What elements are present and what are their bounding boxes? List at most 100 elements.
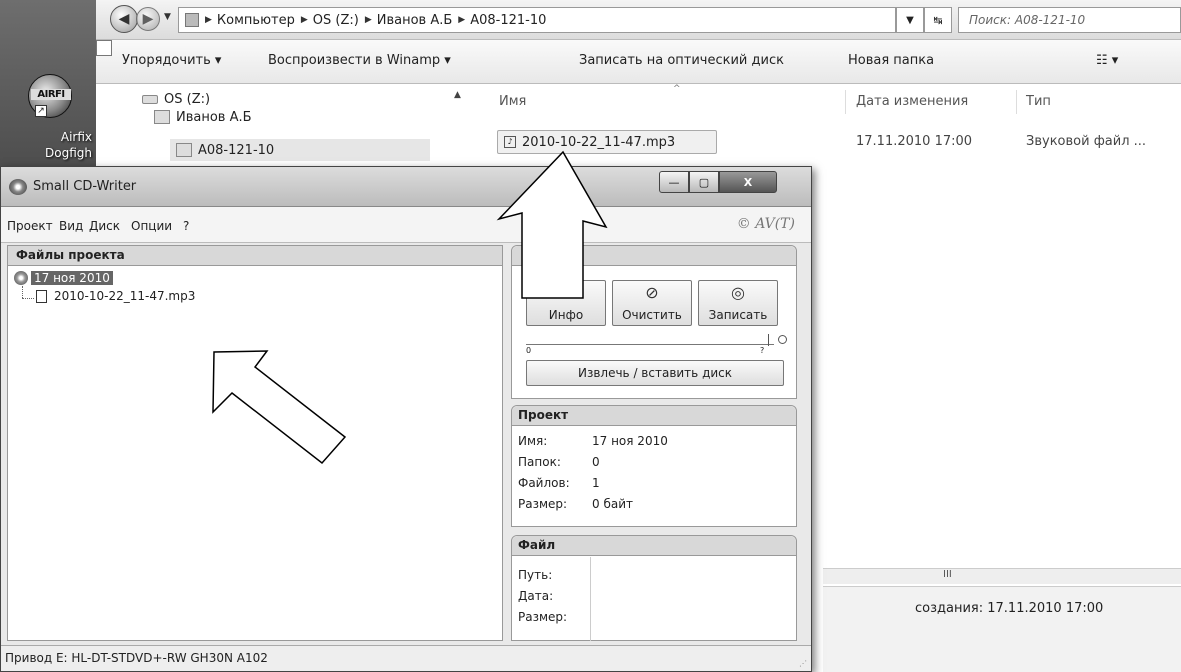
cd-writer-window: Small CD-Writer — ▢ X Проект Вид Диск Оп… bbox=[0, 166, 812, 672]
burn-button-label: Записать bbox=[708, 308, 768, 322]
file-row[interactable]: ♪ 2010-10-22_11-47.mp3 17.11.2010 17:00 … bbox=[495, 130, 1181, 154]
tree-root-disc[interactable]: 17 ноя 2010 bbox=[14, 270, 113, 286]
organize-button[interactable]: Упорядочить ▾ bbox=[122, 53, 221, 68]
menu-help[interactable]: ? bbox=[183, 219, 189, 233]
menu-bar: Проект Вид Диск Опции ? © AV(T) bbox=[1, 207, 811, 243]
breadcrumb-chevron-icon[interactable]: ▶ bbox=[365, 15, 372, 25]
view-options-button[interactable]: ☷ ▾ bbox=[1096, 53, 1136, 68]
disc-icon bbox=[14, 271, 28, 285]
breadcrumb-chevron-icon[interactable]: ▶ bbox=[205, 15, 212, 25]
preview-pane-icon[interactable] bbox=[96, 40, 112, 56]
minimize-button[interactable]: — bbox=[659, 171, 689, 193]
project-size-value: 0 байт bbox=[592, 497, 633, 511]
file-info-divider bbox=[590, 557, 591, 641]
burn-to-disc-button[interactable]: Записать на оптический диск bbox=[579, 53, 784, 68]
title-bar[interactable]: Small CD-Writer — ▢ X bbox=[1, 167, 811, 207]
nav-item-folder[interactable]: Иванов А.Б bbox=[154, 106, 252, 128]
nav-item-subfolder-selected[interactable]: A08-121-10 bbox=[170, 139, 430, 161]
play-in-winamp-button[interactable]: Воспроизвести в Winamp ▾ bbox=[268, 53, 451, 68]
folders-count-value: 0 bbox=[592, 455, 600, 469]
speed-slider-track[interactable] bbox=[526, 344, 774, 345]
file-date-label: Дата: bbox=[518, 589, 554, 603]
tree-file-label: 2010-10-22_11-47.mp3 bbox=[54, 289, 196, 303]
tree-connector bbox=[22, 298, 34, 299]
column-header-date[interactable]: Дата изменения bbox=[856, 94, 968, 109]
tree-connector bbox=[22, 286, 23, 298]
tree-file-item[interactable]: 2010-10-22_11-47.mp3 bbox=[36, 289, 195, 303]
breadcrumb-subfolder[interactable]: A08-121-10 bbox=[470, 13, 546, 28]
project-name-label: Имя: bbox=[518, 434, 548, 448]
file-name-cell[interactable]: ♪ 2010-10-22_11-47.mp3 bbox=[497, 130, 717, 154]
clear-button[interactable]: ⊘ Очистить bbox=[612, 280, 692, 326]
files-count-value: 1 bbox=[592, 476, 600, 490]
info-icon: ? bbox=[561, 283, 571, 302]
folder-icon bbox=[185, 13, 199, 27]
file-info-panel: Файл Путь: Дата: Размер: bbox=[511, 535, 797, 641]
project-name-value: 17 ноя 2010 bbox=[592, 434, 668, 448]
back-button[interactable]: ◀ bbox=[110, 5, 138, 33]
forward-button[interactable]: ▶ bbox=[136, 7, 160, 31]
folder-icon bbox=[154, 110, 170, 124]
desktop-icon-label[interactable]: Airfix bbox=[0, 130, 92, 144]
speed-min-label: 0 bbox=[526, 346, 532, 355]
search-input[interactable]: Поиск: A08-121-10 bbox=[958, 7, 1181, 33]
project-files-title: Файлы проекта bbox=[8, 246, 502, 266]
sort-ascending-icon: ^ bbox=[673, 84, 681, 94]
speed-radio[interactable] bbox=[778, 335, 787, 344]
file-name: 2010-10-22_11-47.mp3 bbox=[522, 134, 676, 150]
desktop-icon-label[interactable]: Dogfigh bbox=[0, 146, 92, 160]
horizontal-scrollbar[interactable]: III bbox=[823, 568, 1181, 584]
actions-panel: ? Инфо ⊘ Очистить ◎ Записать 0 ? Извлечь… bbox=[511, 245, 797, 399]
project-info-title: Проект bbox=[512, 406, 796, 426]
maximize-button[interactable]: ▢ bbox=[689, 171, 719, 193]
project-files-panel: Файлы проекта 17 ноя 2010 2010-10-22_11-… bbox=[7, 245, 503, 641]
tree-root-label: 17 ноя 2010 bbox=[31, 271, 113, 285]
window-title: Small CD-Writer bbox=[33, 179, 137, 194]
details-created-text: создания: 17.11.2010 17:00 bbox=[915, 601, 1104, 616]
resize-grip-icon[interactable]: ⋰ bbox=[799, 659, 807, 668]
address-dropdown-icon[interactable]: ▼ bbox=[896, 7, 924, 33]
erase-disc-icon: ⊘ bbox=[645, 283, 659, 302]
eject-insert-disc-button[interactable]: Извлечь / вставить диск bbox=[526, 360, 784, 386]
file-path-label: Путь: bbox=[518, 568, 553, 582]
refresh-icon[interactable]: ↹ bbox=[924, 7, 952, 33]
files-count-label: Файлов: bbox=[518, 476, 570, 490]
details-pane: создания: 17.11.2010 17:00 bbox=[823, 586, 1181, 672]
column-divider[interactable] bbox=[1016, 90, 1017, 114]
info-button[interactable]: ? Инфо bbox=[526, 280, 606, 326]
folders-count-label: Папок: bbox=[518, 455, 561, 469]
nav-item-label: A08-121-10 bbox=[198, 142, 275, 158]
new-folder-button[interactable]: Новая папка bbox=[848, 53, 934, 68]
menu-disc[interactable]: Диск bbox=[89, 219, 120, 233]
nav-item-label: OS (Z:) bbox=[164, 91, 211, 107]
airfix-dogfighter-icon[interactable]: AIRFI ↗ bbox=[28, 74, 72, 118]
recent-pages-dropdown-icon[interactable]: ▼ bbox=[164, 12, 171, 22]
nav-item-label: Иванов А.Б bbox=[176, 109, 252, 125]
breadcrumb-drive[interactable]: OS (Z:) bbox=[313, 13, 359, 28]
menu-options[interactable]: Опции bbox=[131, 219, 172, 233]
file-size-label: Размер: bbox=[518, 610, 568, 624]
audio-file-icon: ♪ bbox=[504, 136, 516, 148]
address-bar[interactable]: ▶ Компьютер ▶ OS (Z:) ▶ Иванов А.Б ▶ A08… bbox=[178, 7, 896, 33]
document-icon bbox=[36, 289, 47, 303]
breadcrumb-folder[interactable]: Иванов А.Б bbox=[377, 13, 453, 28]
file-info-title: Файл bbox=[512, 536, 796, 556]
close-button[interactable]: X bbox=[719, 171, 777, 193]
menu-view[interactable]: Вид bbox=[59, 219, 83, 233]
column-divider[interactable] bbox=[845, 90, 846, 114]
column-header-type[interactable]: Тип bbox=[1026, 94, 1051, 109]
menu-project[interactable]: Проект bbox=[7, 219, 53, 233]
breadcrumb-chevron-icon[interactable]: ▶ bbox=[458, 15, 465, 25]
breadcrumb-chevron-icon[interactable]: ▶ bbox=[301, 15, 308, 25]
folder-icon bbox=[176, 143, 192, 157]
scroll-up-icon[interactable]: ▲ bbox=[454, 90, 461, 100]
column-header-name[interactable]: Имя bbox=[499, 94, 526, 109]
speed-slider-thumb[interactable] bbox=[768, 334, 769, 346]
actions-panel-header bbox=[512, 246, 796, 266]
breadcrumb-computer[interactable]: Компьютер bbox=[217, 13, 295, 28]
drive-icon bbox=[142, 94, 158, 104]
shortcut-arrow-icon: ↗ bbox=[35, 105, 47, 117]
drive-status-text: Привод E: HL-DT-STDVD+-RW GH30N A102 bbox=[5, 651, 268, 665]
project-info-panel: Проект Имя: 17 ноя 2010 Папок: 0 Файлов:… bbox=[511, 405, 797, 527]
burn-button[interactable]: ◎ Записать bbox=[698, 280, 778, 326]
